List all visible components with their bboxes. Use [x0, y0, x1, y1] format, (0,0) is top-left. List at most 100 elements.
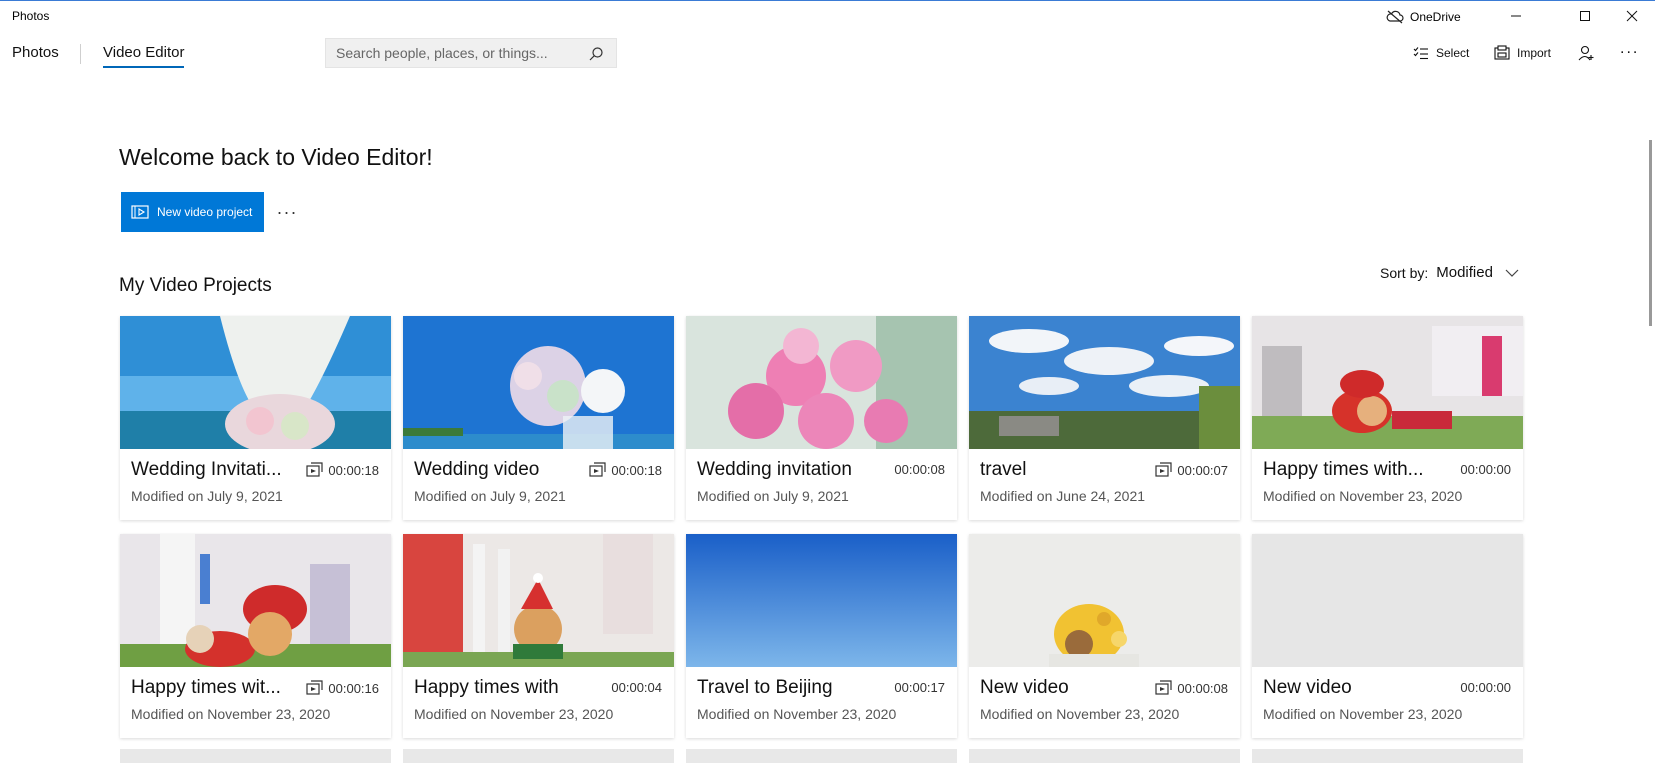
- project-title: Happy times wit...: [131, 677, 281, 698]
- active-tab-indicator: [103, 66, 185, 68]
- duration-text: 00:00:08: [1177, 680, 1228, 696]
- modified-date: Modified on November 23, 2020: [1263, 706, 1463, 722]
- maximize-button[interactable]: [1562, 1, 1608, 31]
- video-remix-icon: [306, 462, 323, 477]
- duration-text: 00:00:18: [328, 462, 379, 478]
- project-title: travel: [980, 459, 1027, 480]
- welcome-heading: Welcome back to Video Editor!: [119, 144, 433, 170]
- duration-text: 00:00:04: [611, 680, 662, 695]
- duration-text: 00:00:00: [1460, 680, 1511, 695]
- more-options-button[interactable]: ...: [1620, 38, 1639, 60]
- project-thumbnail: [403, 534, 674, 667]
- new-video-project-label: New video project: [157, 205, 253, 219]
- onedrive-offline-icon: [1386, 10, 1404, 24]
- project-card-partial[interactable]: [686, 749, 957, 763]
- minimize-button[interactable]: [1493, 1, 1539, 31]
- top-nav: Photos Video Editor Select Import: [0, 36, 1655, 72]
- import-label: Import: [1517, 46, 1552, 60]
- project-duration: 00:00:16: [306, 680, 379, 696]
- project-thumbnail: [403, 316, 674, 449]
- search-box: [325, 38, 617, 68]
- project-card-partial[interactable]: [120, 749, 391, 763]
- project-title: Wedding video: [414, 459, 540, 480]
- modified-date: Modified on July 9, 2021: [697, 488, 849, 504]
- vertical-scrollbar[interactable]: [1649, 140, 1652, 326]
- project-card[interactable]: New video 00:00:00 Modified on November …: [1252, 534, 1523, 738]
- project-duration: 00:00:17: [894, 680, 945, 695]
- tab-video-editor[interactable]: Video Editor: [103, 44, 185, 70]
- project-card-partial[interactable]: [969, 749, 1240, 763]
- project-duration: 00:00:08: [894, 462, 945, 477]
- project-thumbnail: [969, 316, 1240, 449]
- project-duration: 00:00:00: [1460, 462, 1511, 477]
- section-title: My Video Projects: [119, 275, 272, 296]
- project-title: Wedding invitation: [697, 459, 852, 480]
- video-remix-icon: [306, 680, 323, 695]
- add-person-icon: [1578, 45, 1594, 61]
- project-card[interactable]: Travel to Beijing 00:00:17 Modified on N…: [686, 534, 957, 738]
- add-person-button[interactable]: [1578, 42, 1594, 64]
- new-video-icon: [131, 205, 149, 219]
- modified-date: Modified on November 23, 2020: [980, 706, 1180, 722]
- project-card-partial[interactable]: [1252, 749, 1523, 763]
- new-video-project-button[interactable]: New video project: [121, 192, 264, 232]
- project-title: Travel to Beijing: [697, 677, 833, 698]
- project-title: Wedding Invitati...: [131, 459, 282, 480]
- project-card[interactable]: Wedding video 00:00:18 Modified on July …: [403, 316, 674, 520]
- duration-text: 00:00:17: [894, 680, 945, 695]
- project-title: New video: [980, 677, 1069, 698]
- modified-date: Modified on July 9, 2021: [131, 488, 283, 504]
- project-more-options[interactable]: ...: [277, 198, 298, 219]
- project-duration: 00:00:07: [1155, 462, 1228, 478]
- project-card-partial[interactable]: [403, 749, 674, 763]
- project-card[interactable]: Happy times wit... 00:00:16 Modified on …: [120, 534, 391, 738]
- modified-date: Modified on November 23, 2020: [414, 706, 614, 722]
- project-card[interactable]: Happy times with... 00:00:00 Modified on…: [1252, 316, 1523, 520]
- import-icon: [1494, 45, 1510, 60]
- project-duration: 00:00:00: [1460, 680, 1511, 695]
- close-button[interactable]: [1609, 1, 1655, 31]
- modified-date: Modified on July 9, 2021: [414, 488, 566, 504]
- video-remix-icon: [1155, 680, 1172, 695]
- project-duration: 00:00:18: [306, 462, 379, 478]
- project-card[interactable]: Happy times with 00:00:04 Modified on No…: [403, 534, 674, 738]
- video-remix-icon: [589, 462, 606, 477]
- app-title: Photos: [12, 9, 50, 23]
- tab-video-editor-label: Video Editor: [103, 44, 185, 61]
- project-thumbnail: [1252, 316, 1523, 449]
- project-duration: 00:00:08: [1155, 680, 1228, 696]
- multi-select-icon: [1413, 47, 1428, 60]
- onedrive-button[interactable]: OneDrive: [1386, 7, 1461, 27]
- search-input[interactable]: [336, 45, 576, 61]
- sort-control[interactable]: Sort by: Modified: [1380, 264, 1519, 281]
- project-thumbnail: [120, 316, 391, 449]
- import-button[interactable]: Import: [1494, 42, 1551, 64]
- project-duration: 00:00:04: [611, 680, 662, 695]
- project-card[interactable]: New video 00:00:08 Modified on November …: [969, 534, 1240, 738]
- close-icon: [1626, 10, 1638, 22]
- nav-divider: [80, 44, 81, 64]
- tab-photos-label: Photos: [12, 44, 59, 61]
- modified-date: Modified on November 23, 2020: [1263, 488, 1463, 504]
- more-icon: ...: [1620, 40, 1640, 57]
- duration-text: 00:00:18: [611, 462, 662, 478]
- modified-date: Modified on June 24, 2021: [980, 488, 1146, 504]
- project-thumbnail: [969, 534, 1240, 667]
- tab-photos[interactable]: Photos: [12, 44, 59, 70]
- project-card[interactable]: travel 00:00:07 Modified on June 24, 202…: [969, 316, 1240, 520]
- project-card[interactable]: Wedding invitation 00:00:08 Modified on …: [686, 316, 957, 520]
- duration-text: 00:00:16: [328, 680, 379, 696]
- project-thumbnail: [120, 534, 391, 667]
- select-label: Select: [1436, 46, 1470, 60]
- video-remix-icon: [1155, 462, 1172, 477]
- project-card[interactable]: Wedding Invitati... 00:00:18 Modified on…: [120, 316, 391, 520]
- project-duration: 00:00:18: [589, 462, 662, 478]
- maximize-icon: [1580, 11, 1590, 21]
- modified-date: Modified on November 23, 2020: [131, 706, 331, 722]
- project-title: New video: [1263, 677, 1352, 698]
- project-title: Happy times with...: [1263, 459, 1424, 480]
- sort-label: Sort by:: [1380, 264, 1429, 281]
- select-button[interactable]: Select: [1413, 42, 1469, 64]
- search-icon[interactable]: [588, 46, 604, 62]
- project-thumbnail: [686, 534, 957, 667]
